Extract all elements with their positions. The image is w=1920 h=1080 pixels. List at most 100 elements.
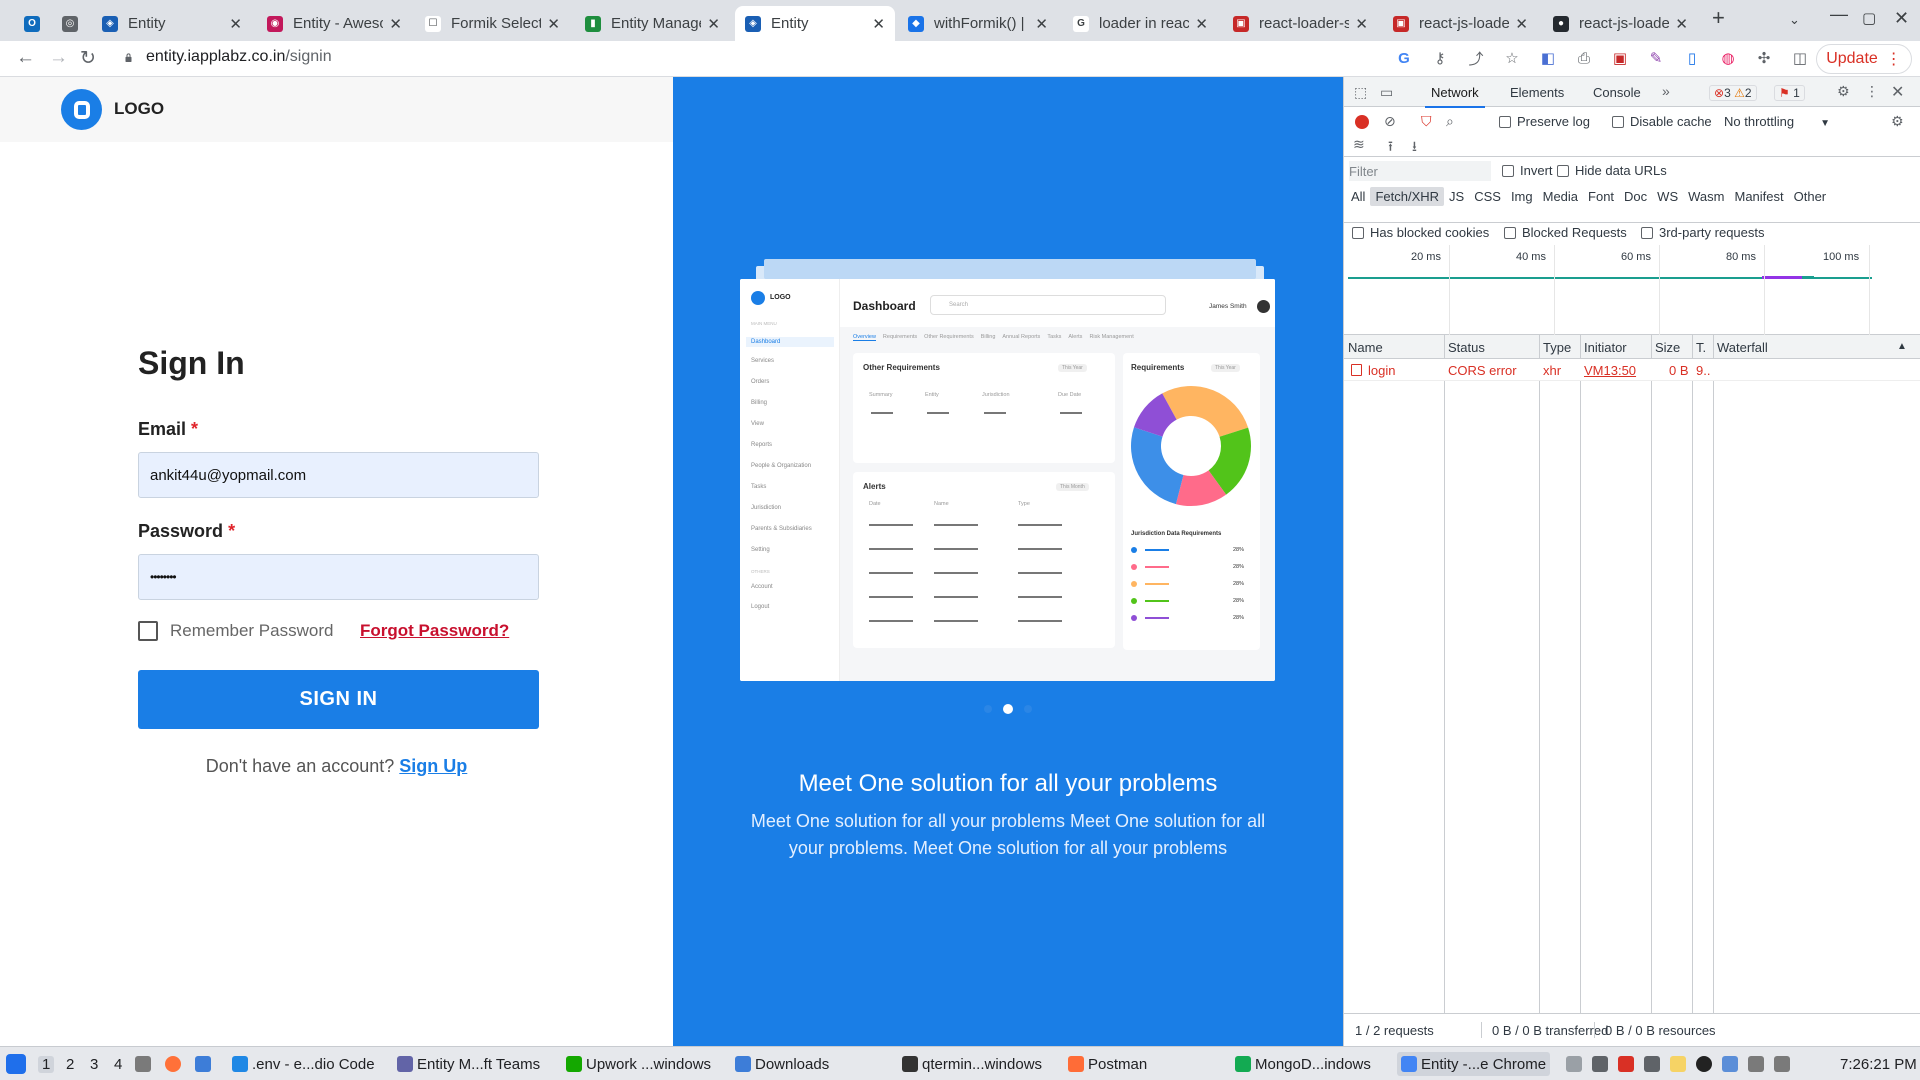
filter-type-all[interactable]: All [1346,187,1370,206]
forward-icon[interactable]: → [49,47,68,69]
network-conditions-icon[interactable]: ≋ [1353,136,1365,153]
extension-red-icon[interactable]: ▣ [1610,48,1630,68]
browser-tab[interactable]: ◈ Entity ✕ [92,6,252,41]
filter-type-css[interactable]: CSS [1469,187,1506,206]
browser-tab[interactable]: ▮ Entity Manage ✕ [575,6,730,41]
tray-icon[interactable] [1774,1056,1790,1072]
settings-icon[interactable]: ⚙ [1837,83,1850,100]
tab-close-icon[interactable]: ✕ [1355,15,1368,33]
network-settings-icon[interactable]: ⚙ [1891,113,1904,130]
firefox-icon[interactable] [165,1056,185,1072]
lock-icon[interactable] [124,53,133,62]
request-row[interactable]: login CORS error xhr VM13:50 0 B 9.. [1344,359,1920,381]
workspace-4[interactable]: 4 [110,1056,126,1073]
skype-icon[interactable] [1696,1056,1712,1072]
device-toolbar-icon[interactable]: ▭ [1380,84,1393,101]
browser-tab[interactable]: ◉ Entity - Aweso ✕ [257,6,412,41]
filter-icon[interactable]: ⛉ [1421,113,1432,130]
tab-search-icon[interactable]: ⌄ [1789,12,1800,28]
tab-console[interactable]: Console [1593,85,1641,100]
preserve-log-checkbox[interactable] [1499,116,1511,128]
puzzle-icon[interactable]: ✣ [1754,48,1774,68]
blocked-cookies-option[interactable]: Has blocked cookies [1352,225,1489,240]
filter-type-doc[interactable]: Doc [1619,187,1652,206]
disable-cache[interactable]: Disable cache [1612,114,1712,129]
new-tab-icon[interactable]: + [1712,5,1725,31]
taskbar-app[interactable]: qtermin...windows [898,1052,1046,1076]
invert-checkbox[interactable] [1502,165,1514,177]
tray-icon[interactable] [1722,1056,1738,1072]
blocked-requests-option[interactable]: Blocked Requests [1504,225,1627,240]
filter-input[interactable]: Filter [1349,161,1491,181]
browser-tab[interactable]: ◆ withFormik() | ✕ [898,6,1058,41]
filter-type-other[interactable]: Other [1789,187,1832,206]
third-party-option[interactable]: 3rd-party requests [1641,225,1765,240]
taskbar-app[interactable]: Upwork ...windows [562,1052,715,1076]
hide-data-urls-option[interactable]: Hide data URLs [1557,163,1667,178]
files-icon[interactable] [135,1056,155,1072]
sort-arrow-icon[interactable]: ▲ [1897,341,1907,352]
inspect-icon[interactable]: ⬚ [1354,84,1367,101]
google-icon[interactable]: G [1394,48,1414,68]
more-tabs-icon[interactable]: » [1662,83,1670,99]
maximize-icon[interactable]: ▢ [1862,9,1876,27]
carousel-dot[interactable] [1024,705,1032,713]
filter-type-wasm[interactable]: Wasm [1683,187,1729,206]
clear-icon[interactable]: ⊘ [1384,113,1396,130]
tab-close-icon[interactable]: ✕ [1035,15,1048,33]
volume-icon[interactable] [1592,1056,1608,1072]
star-icon[interactable]: ☆ [1502,48,1522,68]
taskbar-app[interactable]: Entity M...ft Teams [393,1052,544,1076]
update-button[interactable]: Update ⋮ [1816,44,1912,74]
disable-cache-checkbox[interactable] [1612,116,1624,128]
column-header-status[interactable]: Status [1448,340,1485,355]
more-vert-icon[interactable]: ⋮ [1865,83,1879,100]
tab-elements[interactable]: Elements [1510,85,1564,100]
close-icon[interactable]: ✕ [1891,82,1904,102]
browser-tab[interactable]: ☐ Formik Select ✕ [415,6,570,41]
start-icon[interactable] [6,1054,30,1074]
taskbar-app[interactable]: Downloads [731,1052,833,1076]
display-icon[interactable] [1644,1056,1660,1072]
taskbar-app[interactable]: .env - e...dio Code [228,1052,379,1076]
workspace-1[interactable]: 1 [38,1056,55,1073]
tab-network[interactable]: Network [1425,85,1485,108]
column-header-size[interactable]: Size [1655,340,1680,355]
forgot-password-link[interactable]: Forgot Password? [360,621,509,641]
filter-type-fetchxhr[interactable]: Fetch/XHR [1370,187,1445,206]
filter-type-ws[interactable]: WS [1652,187,1683,206]
column-header-type[interactable]: Type [1543,340,1571,355]
browser-tab[interactable]: ● react-js-loade ✕ [1543,6,1698,41]
taskbar-app[interactable]: Entity -...e Chrome [1397,1052,1551,1076]
tray-icon[interactable] [1618,1056,1634,1072]
workspace-2[interactable]: 2 [62,1056,78,1073]
key-icon[interactable]: ⚷ [1430,48,1450,68]
filter-type-manifest[interactable]: Manifest [1729,187,1788,206]
carousel-dot[interactable] [1003,704,1013,714]
address-bar[interactable]: entity.iapplabz.co.in/signin [146,48,332,66]
column-header-name[interactable]: Name [1348,340,1383,355]
browser-tab[interactable]: ◈ Entity ✕ [735,6,895,41]
sidepanel-icon[interactable]: ◫ [1790,48,1810,68]
remember-password[interactable]: Remember Password [138,621,333,641]
request-initiator[interactable]: VM13:50 [1584,363,1636,378]
network-overview[interactable]: 20 ms 40 ms 60 ms 80 ms 100 ms [1344,245,1920,335]
browser-tab[interactable]: Gloader in react ✕ [1063,6,1218,41]
tab-close-icon[interactable]: ✕ [707,15,720,33]
search-icon[interactable]: ⌕ [1446,113,1454,130]
column-header-t[interactable]: T. [1696,340,1706,355]
tab-close-icon[interactable]: ✕ [389,15,402,33]
signin-button[interactable]: SIGN IN [138,670,539,729]
tab-close-icon[interactable]: ✕ [1195,15,1208,33]
third-party-checkbox[interactable] [1641,227,1653,239]
notes-icon[interactable] [1670,1056,1686,1072]
password-field[interactable]: •••••••• [138,554,539,600]
filter-type-js[interactable]: JS [1444,187,1469,206]
pen-icon[interactable]: ✎ [1646,48,1666,68]
tab-close-icon[interactable]: ✕ [1515,15,1528,33]
filter-type-media[interactable]: Media [1538,187,1583,206]
translate-icon[interactable]: ◧ [1538,48,1558,68]
tab-close-icon[interactable]: ✕ [872,15,885,33]
taskbar-app[interactable]: MongoD...indows [1231,1052,1375,1076]
browser-tab[interactable]: ▣ react-loader-s ✕ [1223,6,1378,41]
